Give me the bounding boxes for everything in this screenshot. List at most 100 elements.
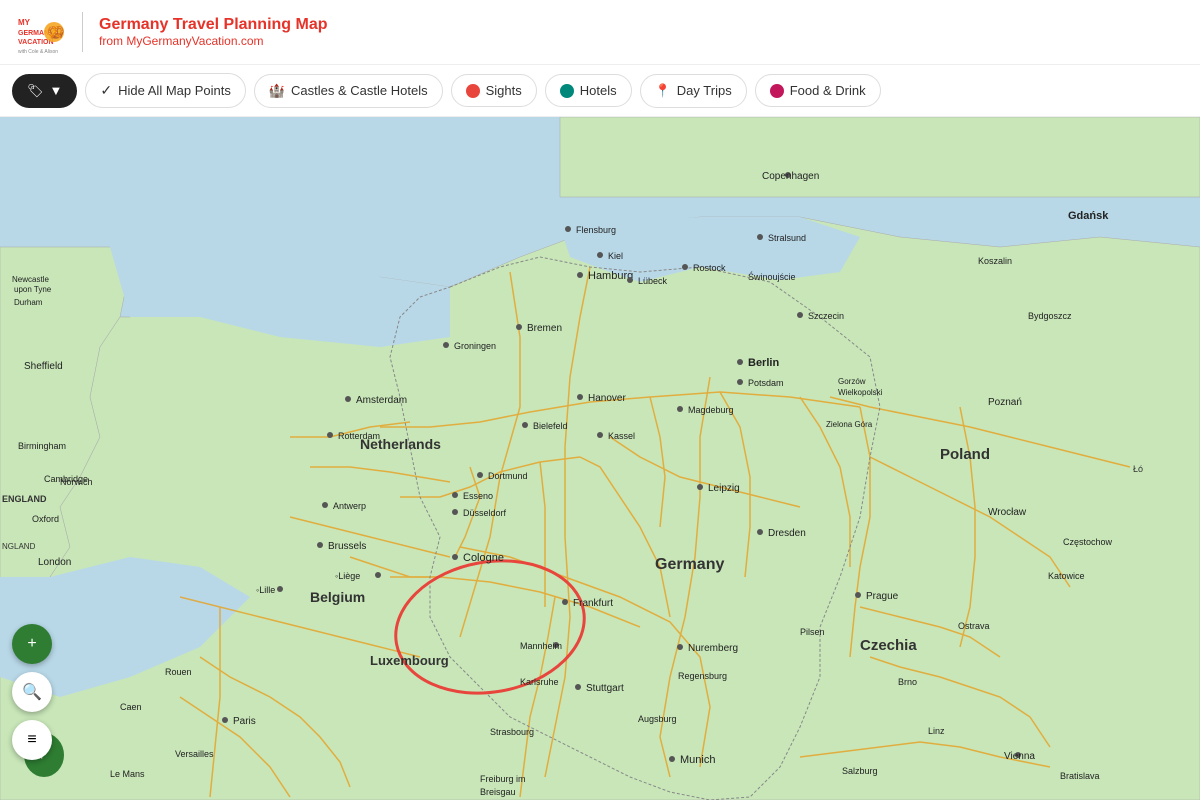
svg-text:London: London: [38, 557, 71, 568]
add-point-button[interactable]: +: [12, 624, 52, 664]
daytrips-icon: 📍: [655, 83, 671, 99]
svg-text:Bielefeld: Bielefeld: [533, 421, 568, 431]
header-divider: [82, 12, 83, 52]
svg-text:Vienna: Vienna: [1004, 751, 1035, 762]
svg-text:Magdeburg: Magdeburg: [688, 405, 734, 415]
svg-text:Potsdam: Potsdam: [748, 378, 784, 388]
header: MY GERMANY VACATION with Cole & Alison 🥨…: [0, 0, 1200, 65]
svg-text:Karlsruhe: Karlsruhe: [520, 677, 559, 687]
svg-text:Freiburg im: Freiburg im: [480, 774, 526, 784]
header-subtitle: from MyGermanyVacation.com: [99, 34, 328, 48]
svg-text:Poznań: Poznań: [988, 397, 1022, 408]
svg-text:with Cole & Alison: with Cole & Alison: [18, 49, 58, 55]
svg-text:Świnoujście: Świnoujście: [748, 271, 796, 282]
svg-text:Bratislava: Bratislava: [1060, 771, 1100, 781]
svg-text:Cologne: Cologne: [463, 552, 504, 564]
svg-text:Kassel: Kassel: [608, 431, 635, 441]
svg-text:Rostock: Rostock: [693, 263, 726, 273]
castles-button[interactable]: 🏰 Castles & Castle Hotels: [254, 74, 443, 108]
filter-button[interactable]: ≡: [12, 720, 52, 760]
svg-text:Berlin: Berlin: [748, 357, 779, 369]
svg-text:Versailles: Versailles: [175, 749, 214, 759]
svg-text:Strasbourg: Strasbourg: [490, 727, 534, 737]
svg-text:Regensburg: Regensburg: [678, 671, 727, 681]
svg-text:Nuremberg: Nuremberg: [688, 643, 738, 654]
sights-dot: [466, 84, 480, 98]
svg-text:Caen: Caen: [120, 702, 142, 712]
svg-text:Salzburg: Salzburg: [842, 766, 878, 776]
svg-text:Częstochow: Częstochow: [1063, 537, 1113, 547]
svg-text:Germany: Germany: [655, 556, 724, 573]
svg-text:Ostrava: Ostrava: [958, 621, 990, 631]
header-title: Germany Travel Planning Map: [99, 16, 328, 34]
svg-text:Antwerp: Antwerp: [333, 501, 366, 511]
svg-text:Luxembourg: Luxembourg: [370, 653, 449, 668]
svg-text:Stuttgart: Stuttgart: [586, 683, 624, 694]
svg-text:MY: MY: [18, 18, 31, 27]
svg-text:Stralsund: Stralsund: [768, 233, 806, 243]
svg-text:Wielkopolski: Wielkopolski: [838, 388, 883, 397]
toolbar: 🏷 ▼ ✓ Hide All Map Points 🏰 Castles & Ca…: [0, 65, 1200, 117]
svg-text:Dortmund: Dortmund: [488, 471, 528, 481]
hotels-label: Hotels: [580, 83, 617, 98]
food-button[interactable]: Food & Drink: [755, 74, 881, 107]
svg-text:Breisgau: Breisgau: [480, 787, 516, 797]
map-controls: + 🔍 ≡: [12, 624, 52, 760]
sights-button[interactable]: Sights: [451, 74, 537, 107]
svg-text:Szczecin: Szczecin: [808, 311, 844, 321]
svg-text:Hamburg: Hamburg: [588, 270, 633, 282]
checkmark-icon: ✓: [100, 82, 112, 99]
svg-text:◦Lille: ◦Lille: [256, 585, 275, 595]
svg-text:Flensburg: Flensburg: [576, 225, 616, 235]
svg-text:Linz: Linz: [928, 726, 945, 736]
svg-text:Belgium: Belgium: [310, 589, 365, 605]
svg-text:Gorzów: Gorzów: [838, 377, 866, 386]
svg-text:Norwich: Norwich: [60, 477, 93, 487]
hide-all-button[interactable]: ✓ Hide All Map Points: [85, 73, 245, 108]
svg-text:Mannheim: Mannheim: [520, 641, 562, 651]
hotels-button[interactable]: Hotels: [545, 74, 632, 107]
svg-text:Sheffield: Sheffield: [24, 361, 63, 372]
svg-text:Frankfurt: Frankfurt: [573, 598, 613, 609]
svg-text:Groningen: Groningen: [454, 341, 496, 351]
svg-text:Katowice: Katowice: [1048, 571, 1085, 581]
svg-text:Rouen: Rouen: [165, 667, 192, 677]
svg-text:Esseno: Esseno: [463, 491, 493, 501]
svg-text:Düsseldorf: Düsseldorf: [463, 508, 507, 518]
svg-text:Oxford: Oxford: [32, 514, 59, 524]
daytrips-label: Day Trips: [677, 83, 732, 98]
tag-button[interactable]: 🏷 ▼: [12, 74, 77, 108]
svg-text:Augsburg: Augsburg: [638, 714, 677, 724]
svg-text:Birmingham: Birmingham: [18, 441, 66, 451]
svg-text:Prague: Prague: [866, 591, 899, 602]
svg-text:Munich: Munich: [680, 754, 715, 766]
food-dot: [770, 84, 784, 98]
map-svg: Hamburg Bremen Hanover Berlin Leipzig Dr…: [0, 117, 1200, 800]
svg-text:Copenhagen: Copenhagen: [762, 171, 819, 182]
hotels-dot: [560, 84, 574, 98]
map-container[interactable]: Hamburg Bremen Hanover Berlin Leipzig Dr…: [0, 117, 1200, 800]
svg-text:Pilsen: Pilsen: [800, 627, 825, 637]
search-button[interactable]: 🔍: [12, 672, 52, 712]
sights-label: Sights: [486, 83, 522, 98]
castles-icon: 🏰: [269, 83, 285, 99]
svg-text:Kiel: Kiel: [608, 251, 623, 261]
svg-text:upon Tyne: upon Tyne: [14, 285, 52, 294]
svg-text:◦Liège: ◦Liège: [335, 571, 360, 581]
logo-area: MY GERMANY VACATION with Cole & Alison 🥨: [16, 7, 66, 57]
svg-text:🥨: 🥨: [47, 24, 65, 40]
svg-text:Bydgoszcz: Bydgoszcz: [1028, 311, 1072, 321]
svg-text:Poland: Poland: [940, 446, 990, 463]
daytrips-button[interactable]: 📍 Day Trips: [640, 74, 747, 108]
castles-label: Castles & Castle Hotels: [291, 83, 428, 98]
svg-text:Hanover: Hanover: [588, 393, 626, 404]
svg-text:Le Mans: Le Mans: [110, 769, 145, 779]
svg-text:Brussels: Brussels: [328, 541, 366, 552]
svg-text:Dresden: Dresden: [768, 528, 806, 539]
svg-text:Brno: Brno: [898, 677, 917, 687]
header-title-area: Germany Travel Planning Map from MyGerma…: [99, 16, 328, 48]
svg-text:Bremen: Bremen: [527, 323, 562, 334]
svg-text:Koszalin: Koszalin: [978, 256, 1012, 266]
svg-text:Paris: Paris: [233, 716, 256, 727]
svg-text:NGLAND: NGLAND: [2, 542, 36, 551]
